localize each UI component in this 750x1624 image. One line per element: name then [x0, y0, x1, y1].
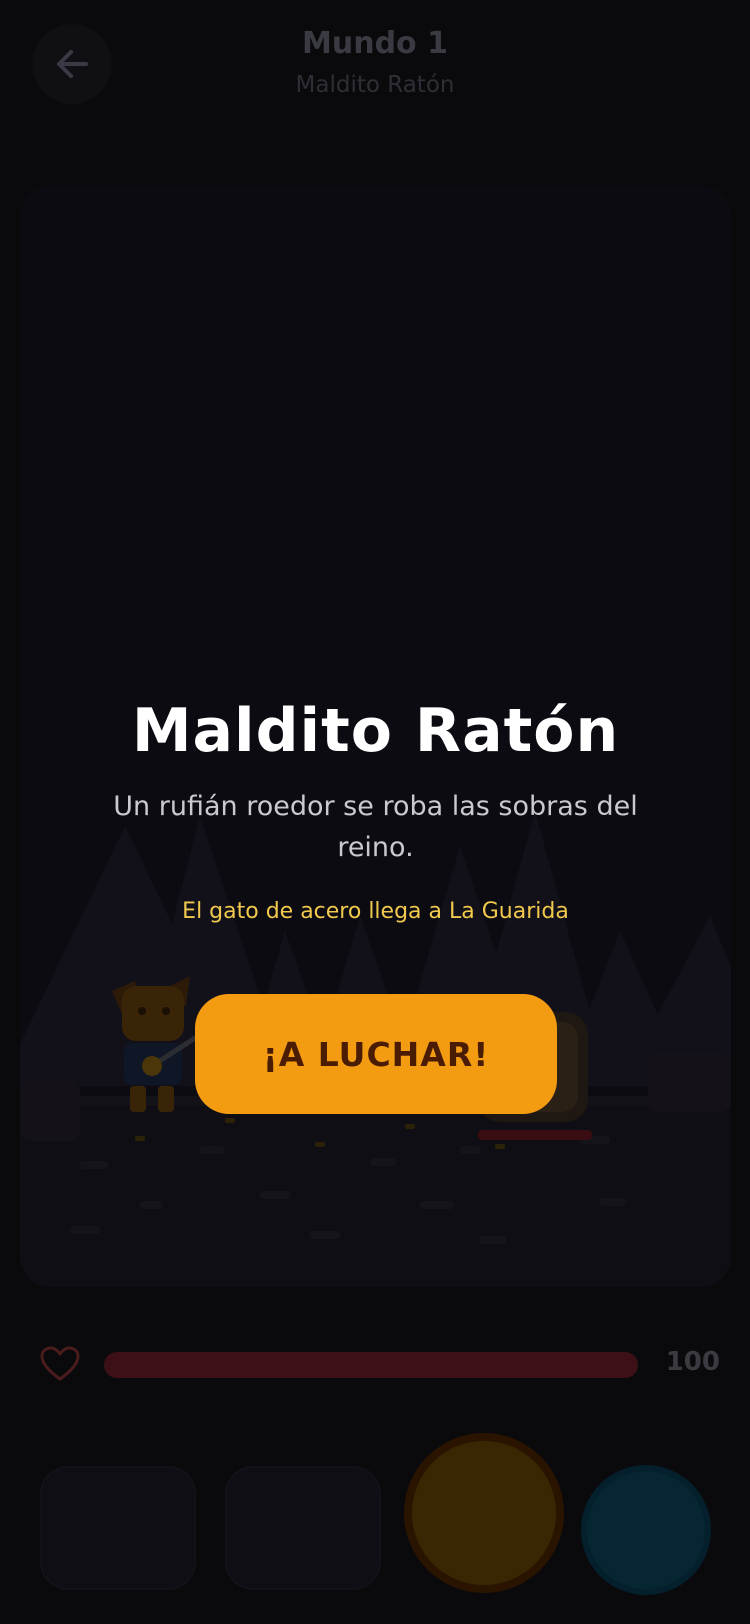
enemy-health-bar: [478, 1130, 592, 1140]
item-slot-1[interactable]: [40, 1466, 196, 1590]
fight-button[interactable]: ¡A LUCHAR!: [195, 994, 557, 1114]
level-description: Un rufián roedor se roba las sobras del …: [113, 791, 638, 863]
right-rock: [648, 1052, 731, 1112]
health-bar: [104, 1352, 638, 1378]
left-rock: [20, 1081, 80, 1141]
battle-stage: Maldito Ratón Un rufián roedor se roba l…: [20, 186, 731, 1287]
ground: [20, 1096, 731, 1287]
heart-icon: [40, 1346, 80, 1381]
level-caption: El gato de acero llega a La Guarida: [182, 899, 569, 924]
level-title: Maldito Ratón: [131, 696, 620, 766]
item-slot-2[interactable]: [225, 1466, 381, 1590]
world-title: Mundo 1: [302, 26, 448, 61]
health-value: 100: [665, 1347, 720, 1377]
game-screen: Mundo 1 Maldito Ratón Maldito Ratón Un r…: [0, 0, 750, 1624]
health-bar-fill: [104, 1352, 638, 1378]
attack-button[interactable]: [404, 1433, 564, 1593]
level-subtitle: Maldito Ratón: [295, 72, 455, 98]
special-button[interactable]: [581, 1465, 711, 1595]
